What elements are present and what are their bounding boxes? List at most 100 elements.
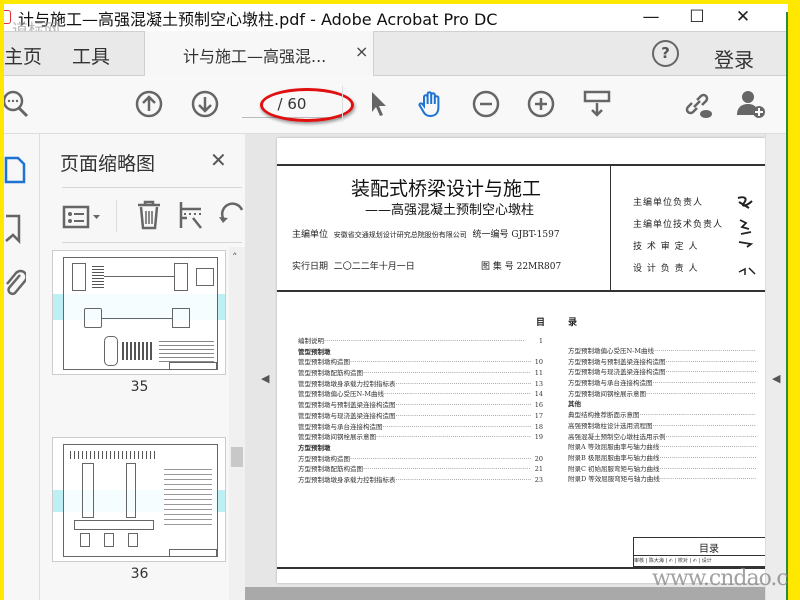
toc-entry-label: 附录C 初始屈服弯矩与轴力曲线 (568, 464, 660, 473)
previous-page-icon[interactable] (134, 89, 164, 119)
toc-entry-page: 23 (534, 475, 543, 484)
cell: 审核 (634, 558, 645, 564)
share-link-icon[interactable] (682, 89, 712, 119)
close-tab-icon[interactable]: × (355, 42, 368, 61)
atlas-value: 22MR807 (516, 262, 562, 272)
toc-entry[interactable]: 其他 (568, 399, 765, 410)
toc-entry[interactable]: 编制说明 1 (298, 336, 543, 347)
scroll-up-icon[interactable]: ˄ (232, 251, 238, 264)
toc-leader-dots (384, 389, 531, 400)
toc-entry[interactable]: 管型预制墩构造图 10 (298, 357, 543, 368)
page-thumbnail[interactable] (52, 437, 226, 562)
toc-leader-dots (666, 367, 757, 378)
toc-leader-dots (396, 400, 532, 411)
select-cursor-icon[interactable] (364, 89, 394, 119)
toc-left-column: 编制说明1管型预制墩管型预制墩构造图10管型预制墩配筋构造图 11管型预制墩墩身承… (298, 336, 543, 486)
toc-heading-right: 录 (568, 318, 578, 328)
toc-entry[interactable]: 方型预制墩与现浇盖梁连接构造图 (568, 367, 765, 378)
toc-entry-label: 典型结构推荐断面示意图 (568, 411, 640, 420)
role: 设 计 负 责 人 (633, 264, 699, 274)
toc-entry[interactable]: 管型预制墩偏心受压N-M曲线 14 (298, 389, 543, 400)
toc-leader-dots (653, 421, 757, 432)
help-icon[interactable]: ? (652, 40, 679, 67)
toc-entry-page: 11 (534, 369, 543, 378)
toc-leader-dots (396, 475, 532, 486)
navigation-icon-strip (4, 134, 40, 600)
add-user-icon[interactable] (736, 89, 766, 119)
toc-entry-page: 19 (534, 433, 543, 442)
thumbnail-page-number: 35 (130, 379, 149, 395)
expand-right-pane-icon[interactable]: ◀ (772, 372, 780, 385)
toc-entry-page (756, 474, 765, 485)
toc-entry-page (756, 453, 765, 464)
toc-entry[interactable]: 附录A 等效屈服曲率与轴力曲线 (568, 442, 765, 453)
toc-entry-page: 10 (534, 358, 543, 367)
toolbar: / 60 (4, 76, 788, 134)
toc-entry[interactable]: 方型预制墩间钢栓展示意图 (568, 389, 765, 400)
toc-entry[interactable]: 管型预制墩与承台连接构造图 18 (298, 422, 543, 433)
toc-entry[interactable]: 管型预制墩间钢栓展示意图 19 (298, 432, 543, 443)
maximize-button[interactable]: ☐ (674, 4, 720, 30)
toc-entry[interactable]: 高强预制墩柱设计选用流程图 (568, 421, 765, 432)
toc-entry-page (756, 432, 765, 443)
close-panel-icon[interactable]: ✕ (210, 148, 227, 172)
collapse-left-panel-icon[interactable]: ◀ (261, 372, 269, 385)
toc-entry[interactable]: 附录D 等效屈服弯矩与轴力曲线 (568, 474, 765, 485)
toc-entry[interactable]: 管型预制墩 (298, 347, 543, 358)
toc-entry[interactable]: 管型预制墩与现浇盖梁连接构造图 17 (298, 411, 543, 422)
toc-entry-label: 管型预制墩配筋构造图 (298, 369, 363, 378)
rotate-page-icon[interactable] (218, 200, 245, 230)
toc-entry[interactable]: 附录C 初始屈服弯矩与轴力曲线 (568, 464, 765, 475)
tab-tools[interactable]: 工具 (72, 42, 110, 69)
date-label: 实行日期 (292, 262, 329, 272)
toc-entry-page: 20 (534, 454, 543, 463)
toc-entry-label: 方型预制墩与预制盖梁连接构造图 (568, 357, 666, 366)
toc-entry[interactable]: 管型预制墩配筋构造图 11 (298, 368, 543, 379)
thumbnail-scrollbar[interactable]: ˄ (229, 247, 245, 600)
toc-entry-label: 方型预制墩间钢栓展示意图 (568, 389, 646, 398)
toc-entry[interactable]: 管型预制墩墩身承载力控制指标表 13 (298, 379, 543, 390)
toc-entry[interactable]: 方型预制墩 (298, 443, 543, 454)
toc-leader-dots (646, 389, 756, 400)
next-page-icon[interactable] (190, 89, 220, 119)
red-highlight-ellipse (260, 88, 354, 122)
toc-entry[interactable]: 方型预制墩配筋构造图 21 (298, 464, 543, 475)
toc-entry[interactable]: 方型预制墩墩身承载力控制指标表 23 (298, 475, 543, 486)
atlas-label: 图 集 号 (481, 262, 514, 272)
toc-leader-dots (363, 368, 531, 379)
toc-entry[interactable]: 高强混凝土预制空心墩柱选用示例 (568, 432, 765, 443)
attachment-icon[interactable] (4, 269, 26, 299)
toc-entry[interactable]: 管型预制墩与预制盖梁连接构造图 16 (298, 400, 543, 411)
page-thumbnails-icon[interactable] (4, 156, 26, 184)
scroll-mode-icon[interactable] (582, 89, 612, 119)
tab-document[interactable]: 计与施工—高强混... × (144, 31, 374, 76)
delete-page-icon[interactable] (136, 200, 162, 230)
toc-entry[interactable]: 方型预制墩偏心受压N-M曲线 (568, 346, 765, 357)
tab-home[interactable]: 主页 (4, 42, 42, 69)
toc-entry-label: 管型预制墩与预制盖梁连接构造图 (298, 401, 396, 410)
login-button[interactable]: 登录 (714, 44, 754, 73)
page-thumbnail[interactable] (52, 250, 226, 375)
toc-entry-page (531, 347, 543, 358)
toc-entry-page: 13 (534, 379, 543, 388)
toc-entry[interactable]: 附录B 极限屈服曲率与轴力曲线 (568, 453, 765, 464)
toc-entry[interactable]: 方型预制墩构造图 20 (298, 454, 543, 465)
close-window-button[interactable]: ✕ (720, 4, 766, 30)
zoom-in-icon[interactable] (526, 89, 556, 119)
search-icon[interactable] (4, 89, 30, 119)
toc-entry[interactable]: 典型结构推荐断面示意图 (568, 410, 765, 421)
zoom-out-icon[interactable] (471, 89, 501, 119)
toc-entry[interactable]: 方型预制墩与承台连接构造图 (568, 378, 765, 389)
hand-tool-icon[interactable] (416, 89, 446, 119)
toc-entry[interactable]: 方型预制墩与预制盖梁连接构造图 (568, 357, 765, 368)
thumbnail-options-icon[interactable] (62, 204, 102, 230)
toc-entry-page: 18 (534, 422, 543, 431)
document-title: 装配式桥梁设计与施工 (351, 178, 542, 200)
toc-entry-page (756, 399, 765, 410)
right-pane-strip: ◀ (765, 134, 786, 600)
scrollbar-thumb[interactable] (231, 447, 243, 467)
bookmark-icon[interactable] (4, 214, 22, 244)
minimize-button[interactable]: — (628, 4, 674, 30)
extract-page-icon[interactable] (178, 200, 204, 230)
toc-entry-label: 附录B 极限屈服曲率与轴力曲线 (568, 453, 660, 462)
